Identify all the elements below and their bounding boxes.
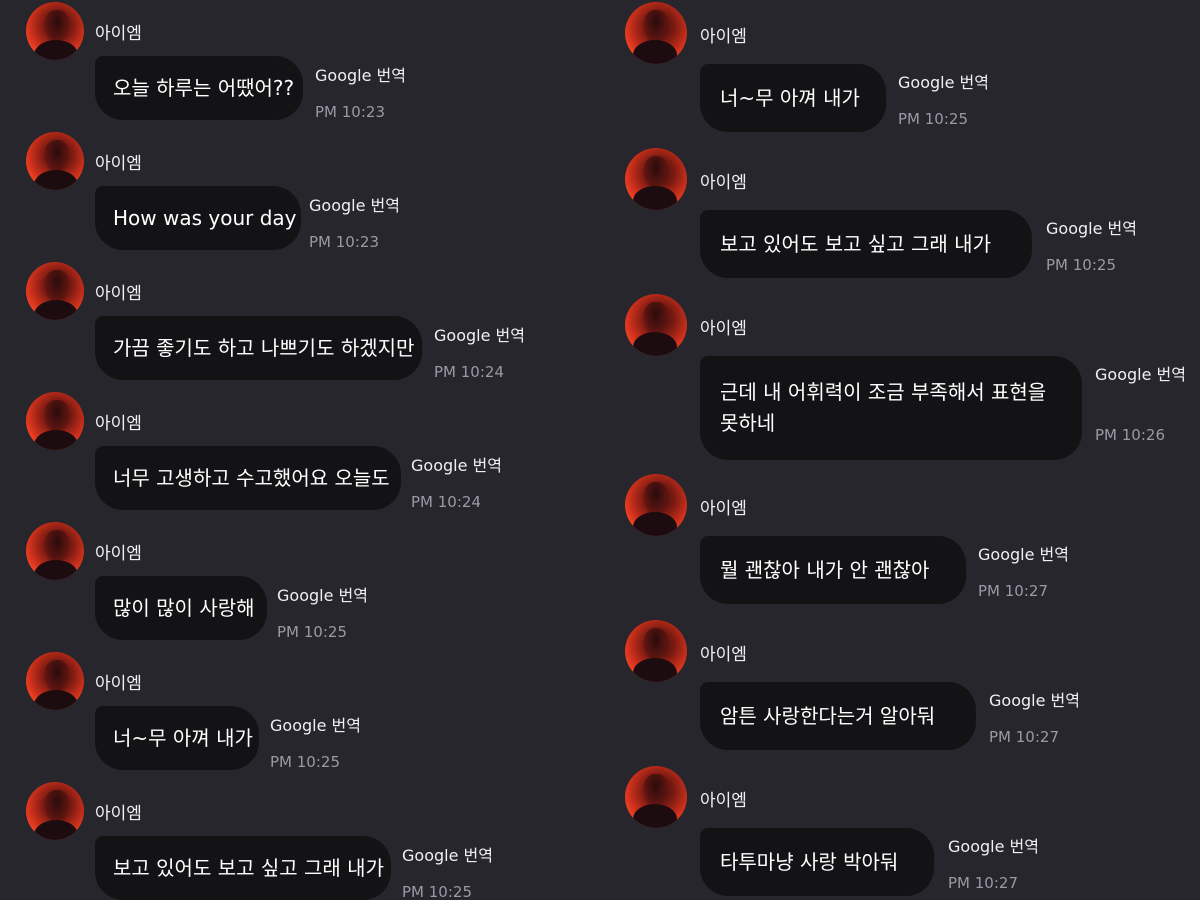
message-item: 아이엠 가끔 좋기도 하고 나쁘기도 하겠지만 Google 번역 PM 10:… <box>0 262 600 402</box>
sender-name: 아이엠 <box>95 154 142 174</box>
avatar[interactable] <box>625 2 687 64</box>
google-translate-link[interactable]: Google 번역 <box>898 72 989 94</box>
sender-name: 아이엠 <box>700 27 747 47</box>
message-bubble[interactable]: How was your day <box>95 186 301 250</box>
message-bubble[interactable]: 타투마냥 사랑 박아둬 <box>700 828 934 896</box>
message-bubble[interactable]: 근데 내 어휘력이 조금 부족해서 표현을 못하네 <box>700 356 1082 460</box>
message-meta: Google 번역 PM 10:25 <box>270 715 361 773</box>
message-time: PM 10:25 <box>270 753 340 771</box>
message-item: 아이엠 근데 내 어휘력이 조금 부족해서 표현을 못하네 Google 번역 … <box>600 294 1200 474</box>
sender-name: 아이엠 <box>95 544 142 564</box>
message-time: PM 10:27 <box>978 582 1048 600</box>
avatar[interactable] <box>625 474 687 536</box>
message-bubble[interactable]: 보고 있어도 보고 싶고 그래 내가 <box>95 836 391 900</box>
google-translate-link[interactable]: Google 번역 <box>434 325 525 347</box>
avatar[interactable] <box>26 262 84 320</box>
sender-name: 아이엠 <box>95 24 142 44</box>
sender-name: 아이엠 <box>700 791 747 811</box>
message-item: 아이엠 타투마냥 사랑 박아둬 Google 번역 PM 10:27 <box>600 766 1200 900</box>
avatar[interactable] <box>625 620 687 682</box>
sender-name: 아이엠 <box>95 414 142 434</box>
message-time: PM 10:24 <box>434 363 504 381</box>
message-item: 아이엠 너~무 아껴 내가 Google 번역 PM 10:25 <box>0 652 600 792</box>
message-meta: Google 번역 PM 10:23 <box>315 65 406 123</box>
message-item: 아이엠 너무 고생하고 수고했어요 오늘도 Google 번역 PM 10:24 <box>0 392 600 532</box>
google-translate-link[interactable]: Google 번역 <box>978 544 1069 566</box>
message-time: PM 10:25 <box>898 110 968 128</box>
avatar[interactable] <box>26 522 84 580</box>
message-item: 아이엠 How was your day Google 번역 PM 10:23 <box>0 132 600 272</box>
message-item: 아이엠 너~무 아껴 내가 Google 번역 PM 10:25 <box>600 2 1200 142</box>
message-bubble[interactable]: 너~무 아껴 내가 <box>700 64 886 132</box>
sender-name: 아이엠 <box>700 173 747 193</box>
message-meta: Google 번역 PM 10:25 <box>402 845 493 900</box>
sender-name: 아이엠 <box>700 319 747 339</box>
google-translate-link[interactable]: Google 번역 <box>270 715 361 737</box>
google-translate-link[interactable]: Google 번역 <box>989 690 1080 712</box>
sender-name: 아이엠 <box>700 499 747 519</box>
message-bubble[interactable]: 보고 있어도 보고 싶고 그래 내가 <box>700 210 1032 278</box>
message-item: 아이엠 암튼 사랑한다는거 알아둬 Google 번역 PM 10:27 <box>600 620 1200 760</box>
avatar[interactable] <box>26 782 84 840</box>
message-item: 아이엠 보고 있어도 보고 싶고 그래 내가 Google 번역 PM 10:2… <box>0 782 600 900</box>
message-meta: Google 번역 PM 10:25 <box>1046 218 1137 276</box>
message-meta: Google 번역 PM 10:24 <box>434 325 525 383</box>
message-meta: Google 번역 PM 10:25 <box>277 585 368 643</box>
left-chat-panel: 아이엠 오늘 하루는 어땠어?? Google 번역 PM 10:23 아이엠 … <box>0 0 600 900</box>
message-item: 아이엠 많이 많이 사랑해 Google 번역 PM 10:25 <box>0 522 600 662</box>
message-time: PM 10:25 <box>402 883 472 900</box>
google-translate-link[interactable]: Google 번역 <box>402 845 493 867</box>
avatar[interactable] <box>26 392 84 450</box>
google-translate-link[interactable]: Google 번역 <box>1046 218 1137 240</box>
avatar[interactable] <box>625 148 687 210</box>
message-bubble[interactable]: 많이 많이 사랑해 <box>95 576 267 640</box>
google-translate-link[interactable]: Google 번역 <box>277 585 368 607</box>
sender-name: 아이엠 <box>95 284 142 304</box>
sender-name: 아이엠 <box>95 804 142 824</box>
google-translate-link[interactable]: Google 번역 <box>309 195 400 217</box>
message-time: PM 10:26 <box>1095 426 1165 444</box>
message-time: PM 10:25 <box>277 623 347 641</box>
google-translate-link[interactable]: Google 번역 <box>315 65 406 87</box>
sender-name: 아이엠 <box>700 645 747 665</box>
message-time: PM 10:23 <box>309 233 379 251</box>
message-meta: Google 번역 PM 10:24 <box>411 455 502 513</box>
message-meta: Google 번역 PM 10:26 <box>1095 364 1186 446</box>
message-bubble[interactable]: 오늘 하루는 어땠어?? <box>95 56 303 120</box>
message-meta: Google 번역 PM 10:27 <box>989 690 1080 748</box>
google-translate-link[interactable]: Google 번역 <box>948 836 1039 858</box>
message-meta: Google 번역 PM 10:25 <box>898 72 989 130</box>
message-time: PM 10:27 <box>989 728 1059 746</box>
message-meta: Google 번역 PM 10:27 <box>948 836 1039 894</box>
message-bubble[interactable]: 뭘 괜찮아 내가 안 괜찮아 <box>700 536 966 604</box>
message-bubble[interactable]: 너무 고생하고 수고했어요 오늘도 <box>95 446 401 510</box>
message-item: 아이엠 보고 있어도 보고 싶고 그래 내가 Google 번역 PM 10:2… <box>600 148 1200 288</box>
message-bubble[interactable]: 너~무 아껴 내가 <box>95 706 259 770</box>
message-time: PM 10:25 <box>1046 256 1116 274</box>
message-meta: Google 번역 PM 10:27 <box>978 544 1069 602</box>
message-time: PM 10:24 <box>411 493 481 511</box>
message-bubble[interactable]: 가끔 좋기도 하고 나쁘기도 하겠지만 <box>95 316 422 380</box>
avatar[interactable] <box>26 2 84 60</box>
avatar[interactable] <box>26 652 84 710</box>
right-chat-panel: 아이엠 너~무 아껴 내가 Google 번역 PM 10:25 아이엠 보고 … <box>600 0 1200 900</box>
message-time: PM 10:27 <box>948 874 1018 892</box>
message-item: 아이엠 뭘 괜찮아 내가 안 괜찮아 Google 번역 PM 10:27 <box>600 474 1200 614</box>
avatar[interactable] <box>625 766 687 828</box>
message-meta: Google 번역 PM 10:23 <box>309 195 400 253</box>
message-item: 아이엠 오늘 하루는 어땠어?? Google 번역 PM 10:23 <box>0 2 600 142</box>
sender-name: 아이엠 <box>95 674 142 694</box>
avatar[interactable] <box>625 294 687 356</box>
message-time: PM 10:23 <box>315 103 385 121</box>
message-bubble[interactable]: 암튼 사랑한다는거 알아둬 <box>700 682 976 750</box>
google-translate-link[interactable]: Google 번역 <box>411 455 502 477</box>
avatar[interactable] <box>26 132 84 190</box>
google-translate-link[interactable]: Google 번역 <box>1095 364 1186 386</box>
